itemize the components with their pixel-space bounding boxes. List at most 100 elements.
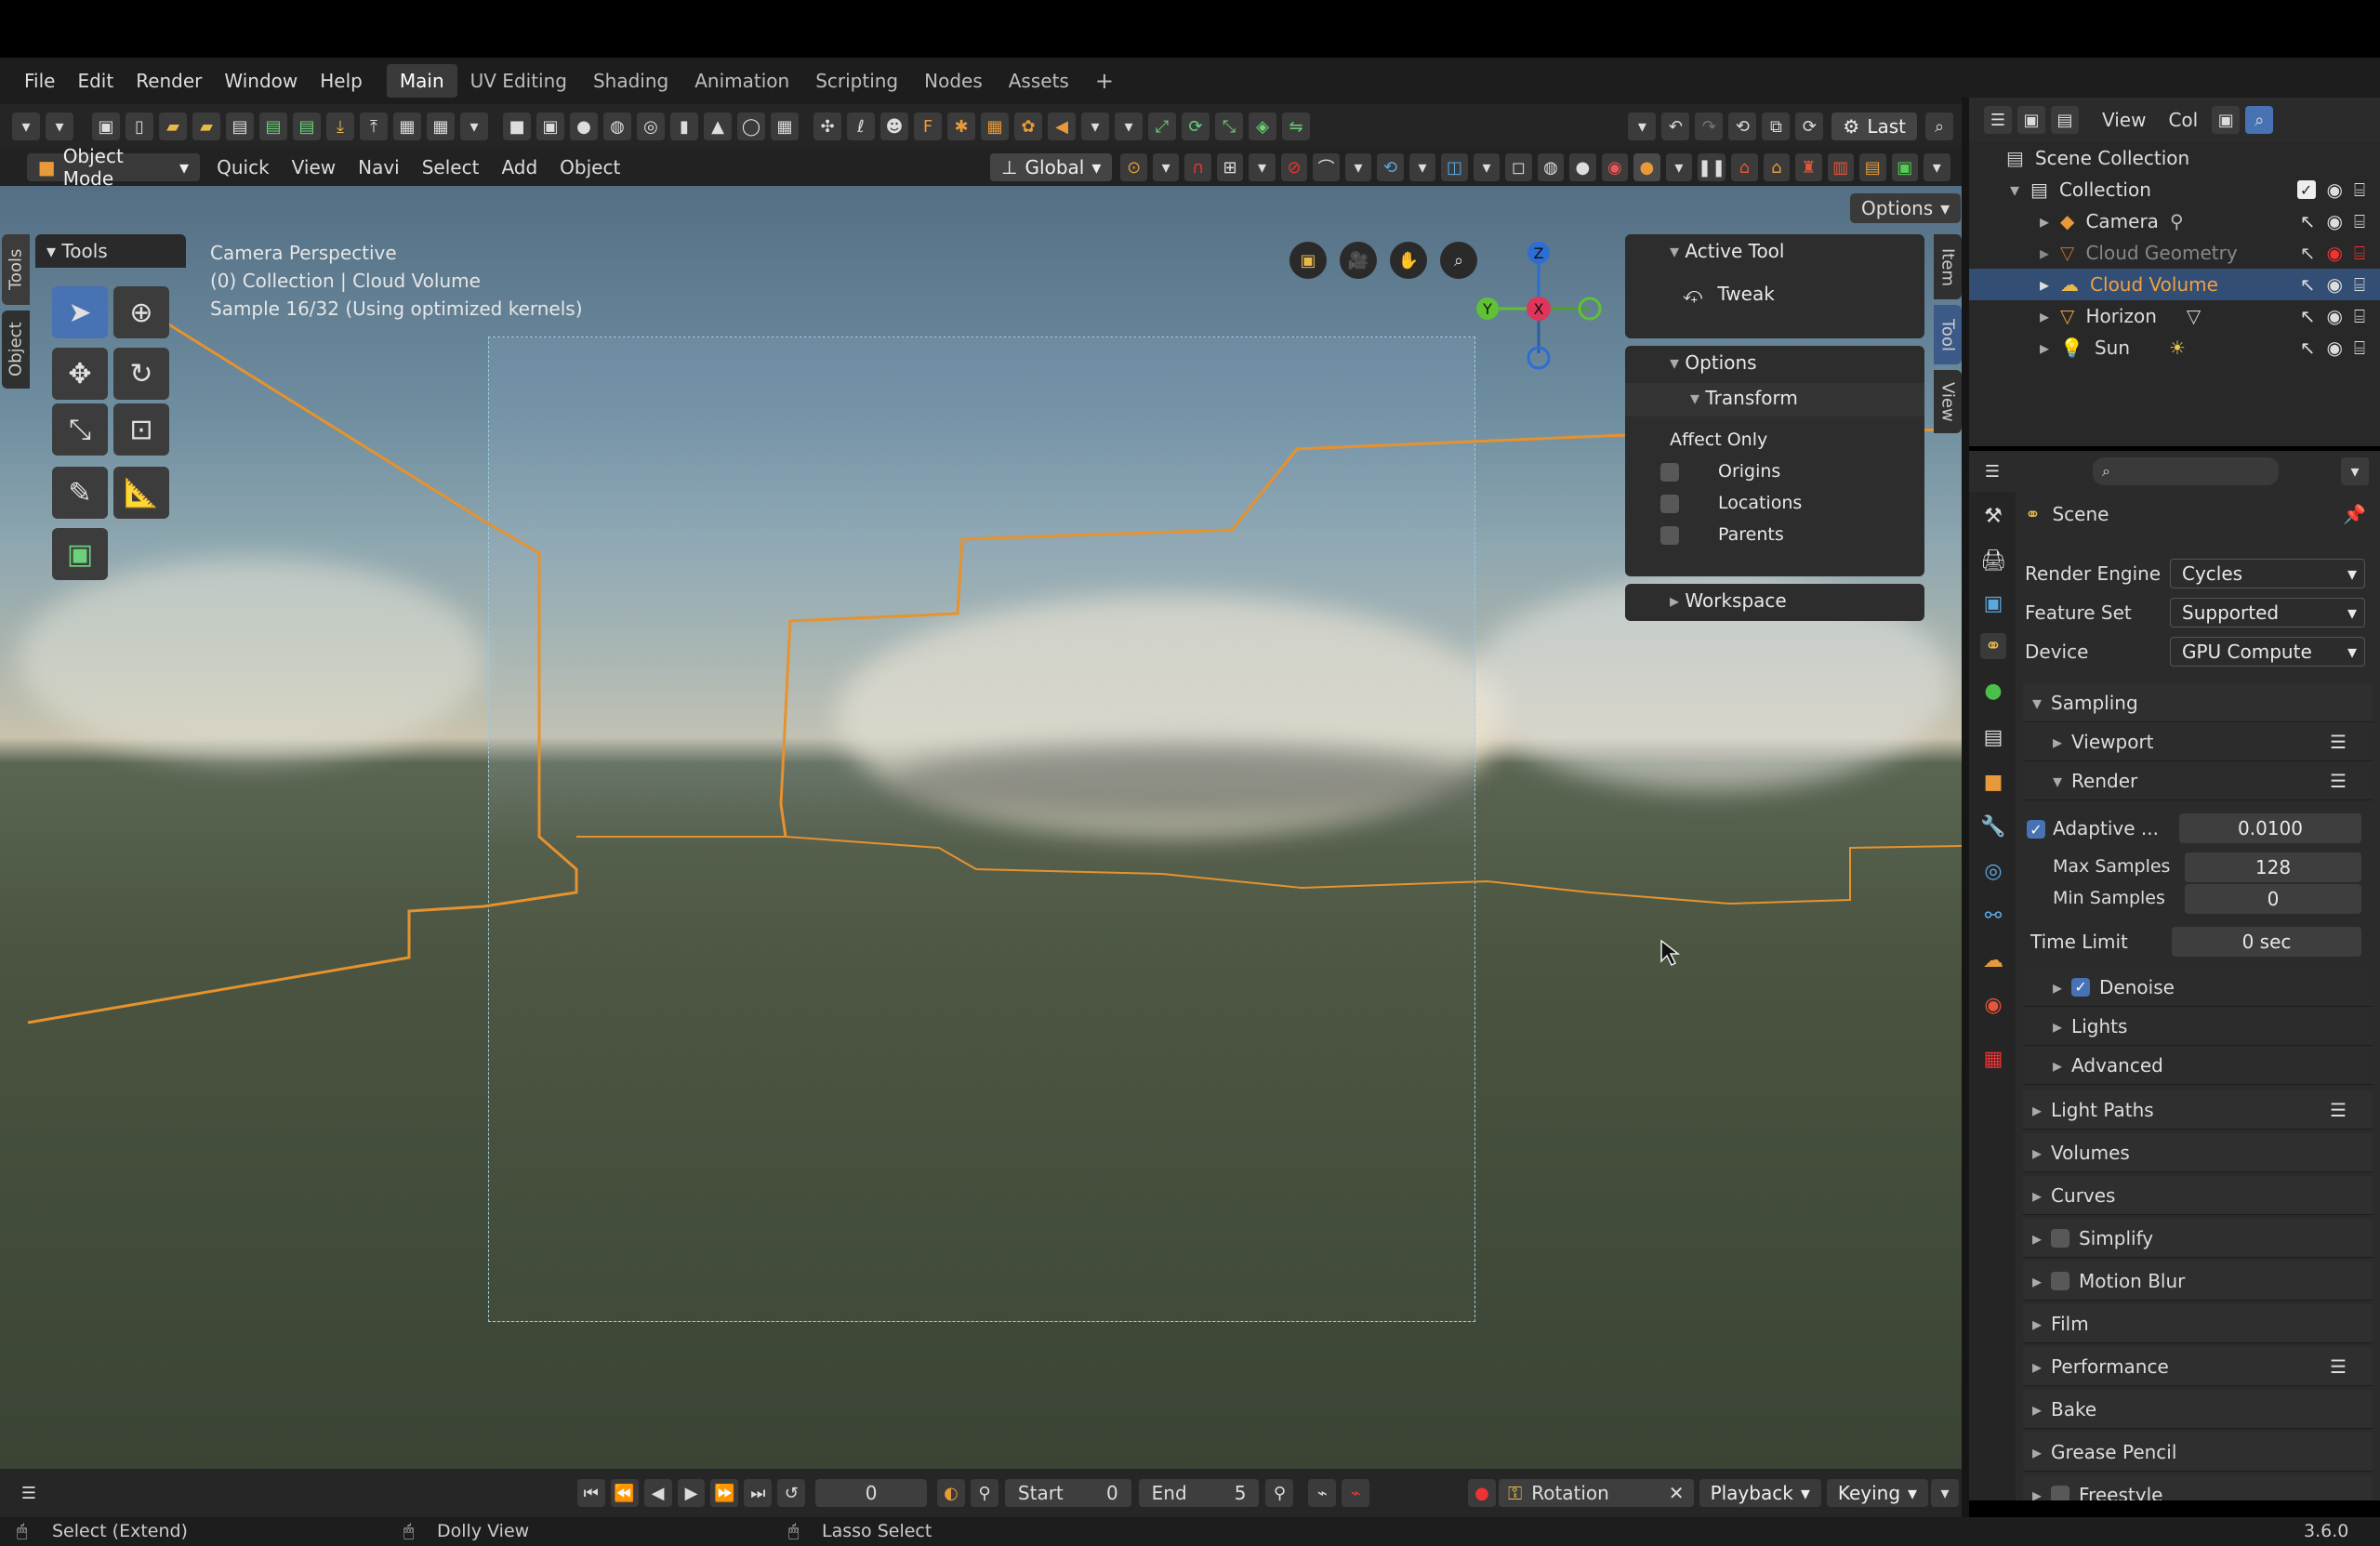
simplify-section[interactable]: ▸ Simplify: [2023, 1219, 2373, 1258]
tab-assets[interactable]: Assets: [996, 64, 1082, 98]
pause-icon[interactable]: ❚❚: [1698, 153, 1726, 181]
denoise-subsection[interactable]: ▸ ✓ Denoise: [2023, 968, 2373, 1007]
select-cursor-icon[interactable]: ↖: [2300, 305, 2316, 327]
max-samples-field[interactable]: 128: [2185, 852, 2361, 882]
torus-icon[interactable]: ◯: [737, 112, 765, 140]
falloff-icon[interactable]: ⌒: [1313, 153, 1340, 181]
shading-material-icon[interactable]: ◉: [1601, 153, 1629, 181]
menu-select[interactable]: Select: [411, 156, 491, 178]
outliner-menu-col[interactable]: Col: [2157, 109, 2209, 131]
tab-tool[interactable]: Tool: [1934, 305, 1962, 364]
collection-tab-icon[interactable]: ▤: [1980, 724, 2006, 750]
f-icon[interactable]: F: [914, 112, 942, 140]
light-paths-section[interactable]: ▸ Light Paths ☰: [2023, 1090, 2373, 1130]
transform-subheader[interactable]: ▾ Transform: [1625, 383, 1924, 416]
tab-item[interactable]: Item: [1934, 234, 1962, 299]
menu-add[interactable]: Add: [490, 156, 549, 178]
xray-icon[interactable]: ◻: [1505, 153, 1532, 181]
viewport-subsection[interactable]: ▸ Viewport ☰: [2023, 722, 2373, 761]
mirror-icon[interactable]: ◈: [1249, 112, 1276, 140]
outliner-item-horizon[interactable]: ▸ ▽ Horizon ▽ ↖ ◉ ⌸: [1969, 300, 2380, 332]
scale-icon[interactable]: ⤡: [1215, 112, 1243, 140]
add-workspace-icon[interactable]: +: [1082, 62, 1127, 99]
fluid-icon[interactable]: ✿: [1014, 112, 1042, 140]
grease-pencil-section[interactable]: ▸ Grease Pencil: [2023, 1433, 2373, 1472]
import-icon[interactable]: ⤓: [326, 112, 354, 140]
save-copy-icon[interactable]: ▤: [293, 112, 321, 140]
render-toggle-icon[interactable]: ⌸: [2354, 337, 2365, 359]
menu-window[interactable]: Window: [213, 70, 309, 92]
play-icon[interactable]: ▶: [677, 1479, 706, 1507]
select-cursor-icon[interactable]: ↖: [2300, 242, 2316, 264]
render-disabled-icon[interactable]: ⌸: [2354, 242, 2365, 264]
motion-blur-checkbox[interactable]: [2051, 1271, 2070, 1290]
min-samples-field[interactable]: 0: [2185, 884, 2361, 914]
tab-main[interactable]: Main: [386, 64, 457, 98]
pivot-icon[interactable]: ⊙: [1120, 153, 1147, 181]
modifier-tab-icon[interactable]: 🔧: [1980, 813, 2006, 839]
options-header[interactable]: ▾ Options: [1638, 351, 1757, 374]
add-cube-tool-icon[interactable]: ▣: [52, 528, 108, 580]
dropdown-icon[interactable]: ▾: [46, 112, 73, 140]
timeline-options-icon[interactable]: ▾: [1931, 1479, 1960, 1507]
select-cursor-icon[interactable]: ↖: [2300, 273, 2316, 296]
keyframe-icon[interactable]: ⌁: [1308, 1479, 1337, 1507]
tab-uv-editing[interactable]: UV Editing: [457, 64, 580, 98]
dropdown-gizmo-icon[interactable]: ▾: [1408, 153, 1436, 181]
new-file-icon[interactable]: ▣: [92, 112, 120, 140]
snap-magnet-icon[interactable]: ∩: [1184, 153, 1211, 181]
shading-wireframe-icon[interactable]: ◍: [1537, 153, 1565, 181]
collapse-icon[interactable]: ▾: [46, 240, 56, 262]
lasso-icon[interactable]: ℓ: [847, 112, 875, 140]
menu-quick[interactable]: Quick: [205, 156, 281, 178]
outliner-scene-collection[interactable]: ▤ Scene Collection: [1969, 142, 2380, 174]
tab-nodes[interactable]: Nodes: [911, 64, 996, 98]
search-link-icon[interactable]: ⌕: [1925, 112, 1953, 140]
parents-checkbox[interactable]: [1660, 526, 1679, 545]
box-icon[interactable]: ▣: [536, 112, 564, 140]
render-subsection[interactable]: ▾ Render ☰: [2023, 761, 2373, 800]
shading-solid-icon[interactable]: ●: [1569, 153, 1596, 181]
render-toggle-icon[interactable]: ⌸: [2354, 178, 2365, 201]
gizmo-icon[interactable]: ⟲: [1377, 153, 1404, 181]
outliner-collection[interactable]: ▾ ▤ Collection ✓ ◉ ⌸: [1969, 174, 2380, 205]
world-tab-icon[interactable]: ●: [1980, 678, 2006, 704]
castle-icon[interactable]: ♜: [1795, 153, 1822, 181]
measure-tool-icon[interactable]: 📐: [113, 467, 169, 519]
dropdown4-icon[interactable]: ▾: [1628, 112, 1657, 140]
object-tab-icon[interactable]: ■: [1980, 769, 2006, 795]
jump-start-icon[interactable]: ⏮: [576, 1479, 605, 1507]
cursor-tool-icon[interactable]: ⊕: [113, 286, 169, 338]
recent-icon[interactable]: ▰: [192, 112, 220, 140]
hamburger-menu-icon[interactable]: ☰: [15, 1479, 43, 1507]
preview-range-icon[interactable]: ◐: [937, 1479, 965, 1507]
menu-render[interactable]: Render: [125, 70, 213, 92]
jump-end-icon[interactable]: ⏭: [744, 1479, 773, 1507]
more-dropdown-icon[interactable]: ▾: [460, 112, 488, 140]
list-icon[interactable]: ☰: [2330, 1099, 2347, 1121]
outliner-item-sun[interactable]: ▸ 💡 Sun ☀ ↖ ◉ ⌸: [1969, 332, 2380, 363]
end-frame-field[interactable]: End 5: [1138, 1479, 1260, 1507]
adaptive-checkbox[interactable]: ✓: [2027, 820, 2045, 839]
menu-help[interactable]: Help: [309, 70, 374, 92]
close-icon[interactable]: ✕: [1669, 1482, 1685, 1504]
menu-navi[interactable]: Navi: [347, 156, 411, 178]
uv-sphere-icon[interactable]: ◍: [603, 112, 631, 140]
origins-checkbox[interactable]: [1660, 463, 1679, 482]
green-square-icon[interactable]: ▣: [1891, 153, 1919, 181]
physics-tab-icon[interactable]: ◎: [1980, 858, 2006, 884]
sphere-icon[interactable]: ●: [570, 112, 598, 140]
constraints-tab-icon[interactable]: ⚯: [1980, 903, 2006, 929]
rotate-tool-icon[interactable]: ↻: [113, 348, 169, 400]
dropdown-snap-icon[interactable]: ▾: [1249, 153, 1276, 181]
cylinder-icon[interactable]: ▮: [670, 112, 698, 140]
material-tab-icon[interactable]: ◉: [1980, 992, 2006, 1018]
list-icon[interactable]: ☰: [2330, 1355, 2347, 1378]
visibility-eye-icon[interactable]: ◉: [2327, 178, 2343, 201]
select-cursor-icon[interactable]: ↖: [2300, 210, 2316, 232]
3d-viewport[interactable]: Tools Object ▾ Tools ➤ ⊕ ✥ ↻ ⤡ ⊡ ✎ 📐 ▣ C…: [0, 186, 1962, 1469]
collection-checkbox-icon[interactable]: ✓: [2296, 180, 2316, 199]
record-icon[interactable]: ●: [1468, 1479, 1496, 1507]
open-folder-icon[interactable]: ▰: [159, 112, 187, 140]
performance-section[interactable]: ▸ Performance ☰: [2023, 1347, 2373, 1386]
